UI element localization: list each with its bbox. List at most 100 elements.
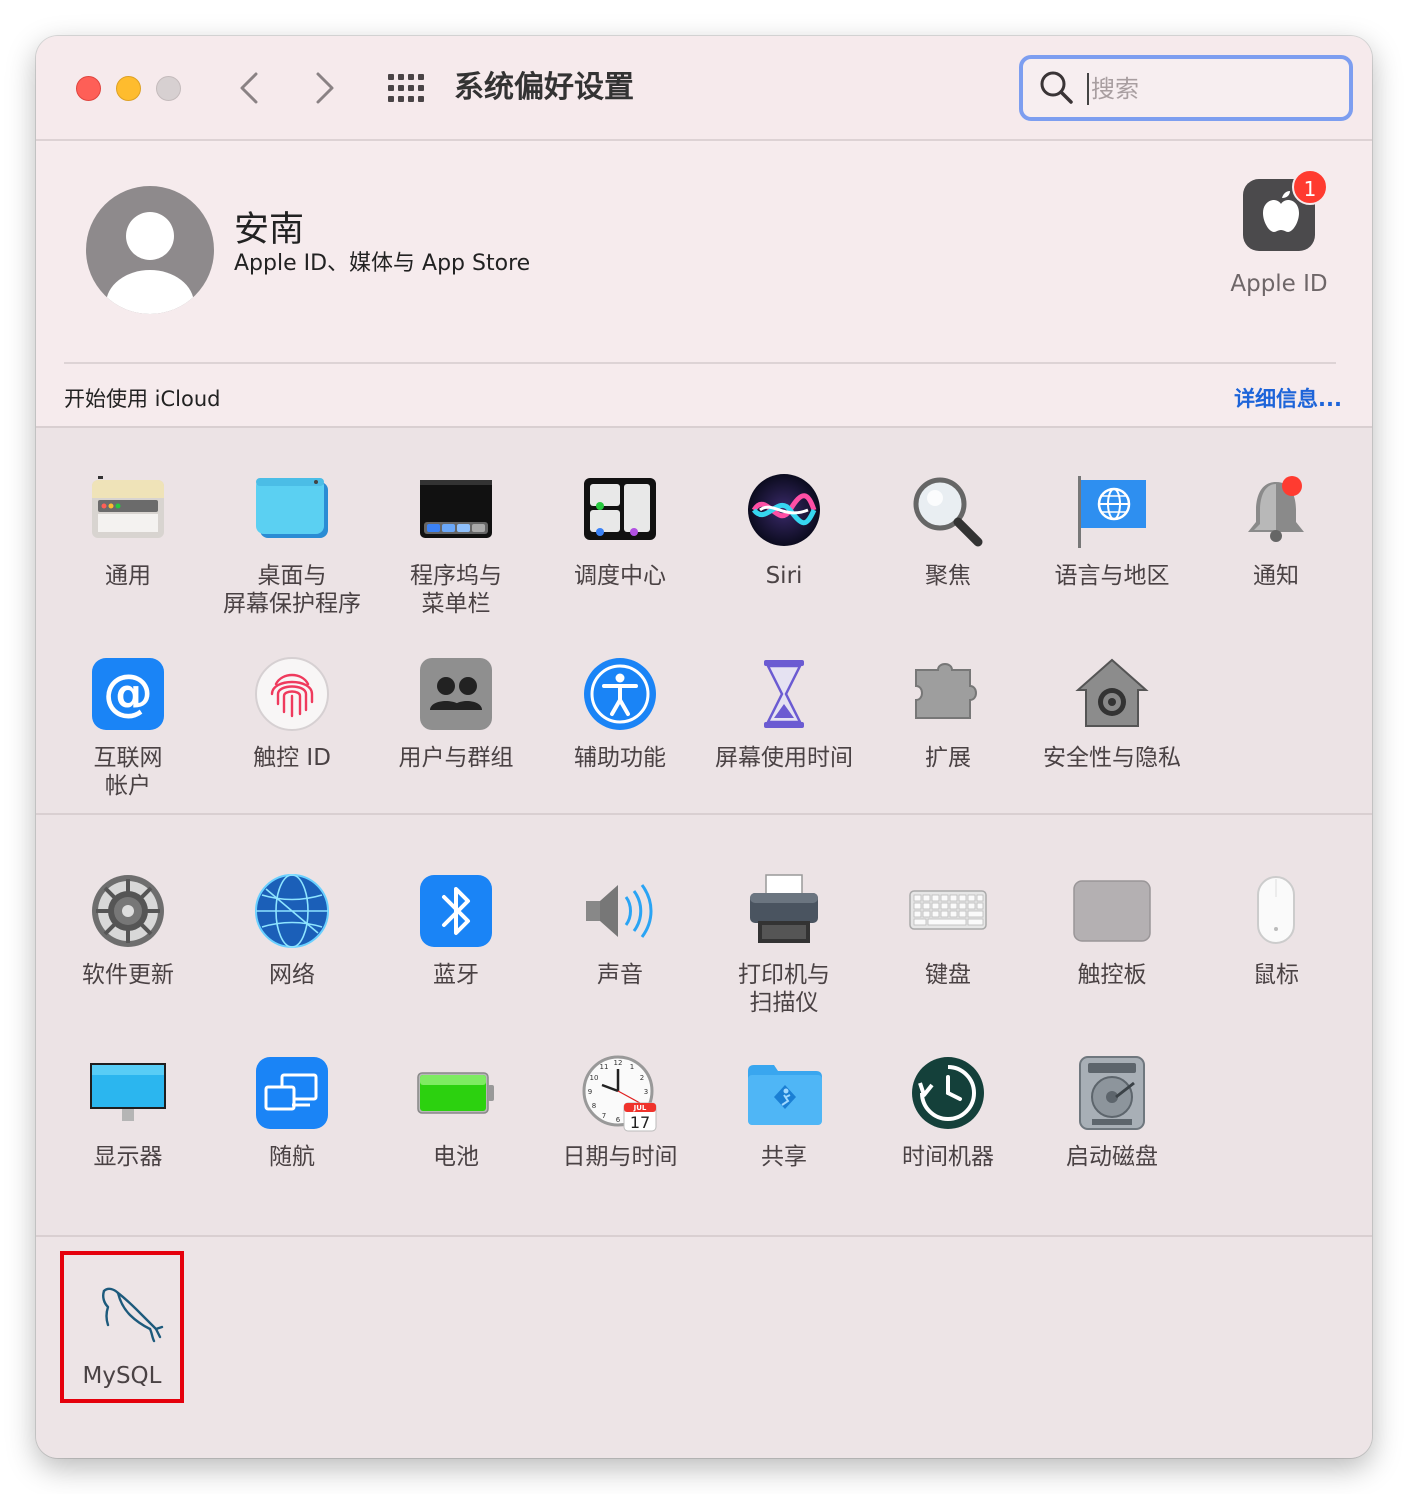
title-bar: 系统偏好设置 搜索 <box>36 36 1372 141</box>
svg-text:1: 1 <box>630 1063 634 1071</box>
users-groups-icon <box>420 658 492 730</box>
pane-notifications[interactable]: 通知 <box>1194 472 1358 590</box>
pane-internet-accounts[interactable]: @ 互联网 帐户 <box>46 654 210 800</box>
pane-general[interactable]: 通用 <box>46 472 210 590</box>
bluetooth-icon <box>420 875 492 947</box>
pane-desktop-screensaver[interactable]: 桌面与 屏幕保护程序 <box>210 472 374 618</box>
accessibility-icon <box>584 658 656 730</box>
pane-bluetooth[interactable]: 蓝牙 <box>374 871 538 989</box>
svg-text:6: 6 <box>616 1116 621 1124</box>
general-icon <box>92 476 164 538</box>
pane-siri[interactable]: Siri <box>702 472 866 590</box>
pane-displays[interactable]: 显示器 <box>46 1053 210 1171</box>
account-section: 安南 Apple ID、媒体与 App Store 1 Apple ID 开始使… <box>36 143 1372 426</box>
pane-mouse[interactable]: 鼠标 <box>1194 871 1358 989</box>
pane-label: 打印机与 扫描仪 <box>738 962 830 1016</box>
pane-label: 日期与时间 <box>562 1144 678 1170</box>
pane-time-machine[interactable]: 时间机器 <box>866 1053 1030 1171</box>
siri-icon <box>748 474 820 546</box>
pane-trackpad[interactable]: 触控板 <box>1030 871 1194 989</box>
svg-text:8: 8 <box>592 1102 596 1110</box>
svg-text:12: 12 <box>614 1059 623 1067</box>
pane-label: 通用 <box>105 563 151 589</box>
pane-accessibility[interactable]: 辅助功能 <box>538 654 702 772</box>
mouse-icon <box>1257 876 1295 944</box>
screen-time-icon <box>764 660 804 728</box>
pane-printers-scanners[interactable]: 打印机与 扫描仪 <box>702 871 866 1017</box>
pane-sidecar[interactable]: 随航 <box>210 1053 374 1171</box>
pane-label: 聚焦 <box>925 563 971 589</box>
account-subtitle[interactable]: Apple ID、媒体与 App Store <box>234 245 530 277</box>
grid-icon <box>388 74 424 102</box>
battery-icon <box>417 1072 494 1114</box>
sound-icon <box>586 884 653 938</box>
forward-button[interactable] <box>306 66 342 110</box>
pane-language-region[interactable]: 语言与地区 <box>1030 472 1194 590</box>
divider <box>64 362 1336 364</box>
pane-label: 网络 <box>269 962 315 988</box>
minimize-button[interactable] <box>116 76 141 101</box>
calendar-day: 17 <box>630 1113 650 1132</box>
pane-label: 显示器 <box>93 1144 163 1170</box>
pane-spotlight[interactable]: 聚焦 <box>866 472 1030 590</box>
security-privacy-icon <box>1075 658 1149 727</box>
pane-touch-id[interactable]: 触控 ID <box>210 654 374 772</box>
pane-label: 鼠标 <box>1253 962 1299 988</box>
pane-label: 共享 <box>761 1144 807 1170</box>
pane-label: 程序坞与 菜单栏 <box>410 563 502 617</box>
pane-extensions[interactable]: 扩展 <box>866 654 1030 772</box>
pane-screen-time[interactable]: 屏幕使用时间 <box>702 654 866 772</box>
pane-dock-menubar[interactable]: 程序坞与 菜单栏 <box>374 472 538 618</box>
search-field[interactable]: 搜索 <box>1019 55 1353 121</box>
pane-startup-disk[interactable]: 启动磁盘 <box>1030 1053 1194 1171</box>
pane-network[interactable]: 网络 <box>210 871 374 989</box>
pane-security-privacy[interactable]: 安全性与隐私 <box>1030 654 1194 772</box>
notifications-icon <box>1248 476 1304 542</box>
pane-label: 扩展 <box>925 745 971 771</box>
pane-mission-control[interactable]: 调度中心 <box>538 472 702 590</box>
zoom-button[interactable] <box>156 76 181 101</box>
network-icon <box>255 874 329 948</box>
svg-text:10: 10 <box>590 1074 599 1082</box>
close-button[interactable] <box>76 76 101 101</box>
svg-text:7: 7 <box>602 1112 606 1120</box>
mysql-icon <box>102 1287 164 1343</box>
pane-label: 语言与地区 <box>1054 563 1170 589</box>
pane-keyboard[interactable]: 键盘 <box>866 871 1030 989</box>
spotlight-icon <box>913 477 983 547</box>
chevron-left-icon <box>240 72 258 104</box>
icloud-prompt: 开始使用 iCloud <box>64 387 221 411</box>
pane-sound[interactable]: 声音 <box>538 871 702 989</box>
pane-label: 触控板 <box>1077 962 1147 988</box>
avatar[interactable] <box>86 186 214 314</box>
details-link[interactable]: 详细信息... <box>1234 383 1342 413</box>
pane-users-groups[interactable]: 用户与群组 <box>374 654 538 772</box>
trackpad-icon <box>1073 880 1151 942</box>
user-avatar-icon <box>86 186 214 314</box>
svg-text:9: 9 <box>588 1088 592 1096</box>
pane-label: 用户与群组 <box>398 745 514 771</box>
pane-label: 通知 <box>1253 563 1299 589</box>
pane-mysql[interactable]: MySQL <box>60 1251 184 1403</box>
pane-label: 启动磁盘 <box>1066 1144 1158 1170</box>
search-placeholder: 搜索 <box>1091 75 1139 103</box>
pane-label: 触控 ID <box>253 745 331 771</box>
back-button[interactable] <box>232 66 268 110</box>
pane-software-update[interactable]: 软件更新 <box>46 871 210 989</box>
pane-label: MySQL <box>82 1363 162 1389</box>
pane-battery[interactable]: 电池 <box>374 1053 538 1171</box>
pane-date-time[interactable]: 12 3 6 9 1 2 11 10 87 JUL 17 日期与时间 <box>538 1053 702 1171</box>
pane-sharing[interactable]: 共享 <box>702 1053 866 1171</box>
internet-accounts-icon: @ <box>92 658 164 730</box>
show-all-button[interactable] <box>386 72 426 104</box>
personal-prefs-section: 通用 桌面与 屏幕保护程序 程序坞与 菜单栏 调度中心 Siri 聚焦 语言与地… <box>36 426 1372 813</box>
svg-text:11: 11 <box>600 1063 609 1071</box>
software-update-icon <box>92 875 164 947</box>
chevron-right-icon <box>316 72 334 104</box>
search-icon <box>1040 71 1073 104</box>
language-region-icon <box>1078 476 1146 548</box>
pane-label: 辅助功能 <box>574 745 666 771</box>
pane-label: 蓝牙 <box>433 962 479 988</box>
pane-label: 声音 <box>597 962 643 988</box>
system-preferences-window: 系统偏好设置 搜索 安南 Apple ID、媒体与 App Store 1 Ap… <box>36 36 1372 1458</box>
